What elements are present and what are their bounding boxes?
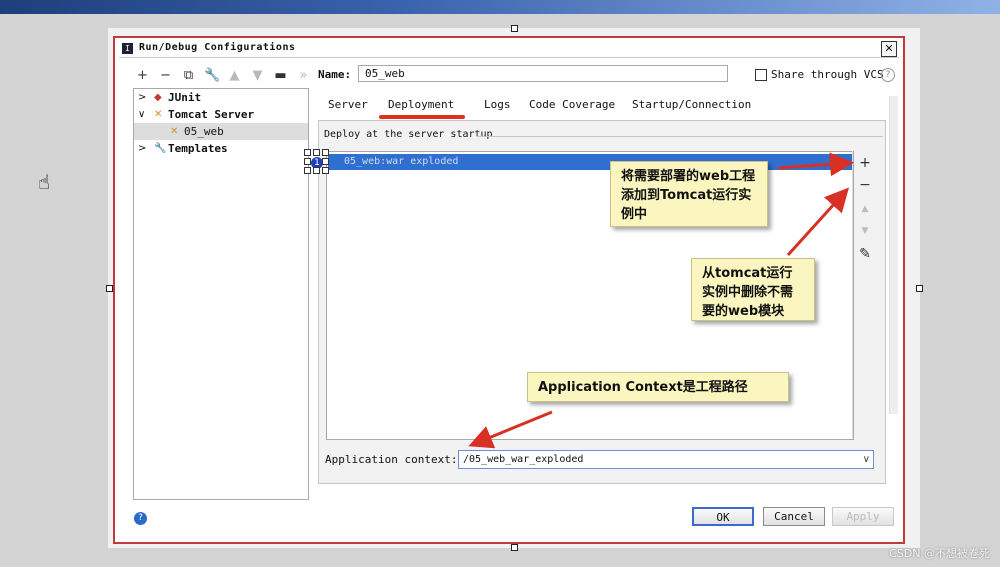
- help-icon[interactable]: ?: [881, 68, 895, 82]
- tab-logs[interactable]: Logs: [484, 96, 529, 113]
- deploy-actions: [852, 151, 877, 438]
- tree-item-junit[interactable]: > ◆ JUnit: [134, 89, 308, 106]
- chevron-right-icon[interactable]: >: [138, 140, 146, 157]
- more-icon[interactable]: »: [296, 68, 311, 83]
- artifact-label: 05_web:war exploded: [344, 156, 459, 167]
- move-down-icon[interactable]: ▼: [250, 68, 265, 83]
- help-icon[interactable]: ?: [134, 512, 147, 525]
- window-top-band: [0, 0, 1000, 14]
- selection-handle: [322, 149, 329, 156]
- app-context-value: /05_web_war_exploded: [463, 454, 584, 465]
- chevron-right-icon[interactable]: >: [138, 89, 146, 106]
- selection-handle: [304, 149, 311, 156]
- app-context-label: Application context:: [325, 453, 458, 466]
- hand-cursor-icon: ☝: [38, 170, 51, 194]
- tomcat-icon: ✕: [154, 109, 163, 120]
- annotation-add-artifact: 将需要部署的web工程添加到Tomcat运行实例中: [610, 161, 768, 227]
- scrollbar[interactable]: [889, 96, 898, 414]
- name-label: Name:: [318, 68, 352, 81]
- move-up-icon[interactable]: ▲: [856, 200, 874, 218]
- section-label: Deploy at the server startup: [324, 129, 493, 140]
- chevron-down-icon[interactable]: ∨: [138, 106, 145, 123]
- cancel-button[interactable]: Cancel: [763, 507, 825, 526]
- wrench-icon: 🔧: [154, 143, 167, 154]
- selection-handle: [304, 158, 311, 165]
- junit-icon: ◆: [154, 92, 162, 103]
- close-button[interactable]: ✕: [881, 41, 897, 57]
- tomcat-icon: ✕: [170, 126, 179, 137]
- tree-item-templates[interactable]: > 🔧 Templates: [134, 140, 308, 157]
- move-up-icon[interactable]: ▲: [227, 68, 242, 83]
- annotation-app-context: Application Context是工程路径: [527, 372, 789, 402]
- selection-handle: [322, 158, 329, 165]
- dialog-titlebar: I Run/Debug Configurations ✕: [119, 41, 899, 58]
- list-item[interactable]: 05_web:war exploded: [328, 154, 852, 170]
- remove-artifact-icon[interactable]: −: [856, 176, 874, 194]
- tree-item-label: Tomcat Server: [168, 108, 255, 121]
- remove-icon[interactable]: −: [158, 68, 173, 83]
- app-context-combobox[interactable]: /05_web_war_exploded ∨: [458, 450, 874, 469]
- config-toolbar: + − ⧉ 🔧 ▲ ▼ ▬ »: [135, 66, 311, 84]
- selection-handle: [322, 167, 329, 174]
- tree-item-label: 05_web: [184, 125, 224, 138]
- move-down-icon[interactable]: ▼: [856, 222, 874, 240]
- folder-icon[interactable]: ▬: [273, 68, 288, 83]
- tab-highlight-annotation: [379, 115, 465, 119]
- tab-deployment[interactable]: Deployment: [388, 96, 484, 113]
- wrench-icon[interactable]: 🔧: [204, 68, 220, 83]
- name-field[interactable]: [358, 65, 728, 82]
- config-tabs: Server Deployment Logs Code Coverage Sta…: [328, 96, 752, 113]
- ok-button[interactable]: OK: [692, 507, 754, 526]
- annotation-remove-artifact: 从tomcat运行实例中删除不需要的web模块: [691, 258, 815, 321]
- add-icon[interactable]: +: [135, 68, 150, 83]
- tree-item-label: Templates: [168, 142, 228, 155]
- share-vcs[interactable]: Share through VCS: [755, 68, 884, 81]
- share-vcs-label: Share through VCS: [771, 68, 884, 81]
- tab-code-coverage[interactable]: Code Coverage: [529, 96, 632, 113]
- selection-handle: [304, 167, 311, 174]
- dialog-title: Run/Debug Configurations: [139, 42, 296, 53]
- copy-icon[interactable]: ⧉: [181, 68, 196, 83]
- tab-startup-connection[interactable]: Startup/Connection: [632, 96, 752, 113]
- watermark: CSDN @不想被卷死: [889, 547, 990, 560]
- tree-item-tomcat-server[interactable]: ∨ ✕ Tomcat Server: [134, 106, 308, 123]
- config-tree: > ◆ JUnit ∨ ✕ Tomcat Server ✕ 05_web > 🔧…: [133, 88, 309, 500]
- add-artifact-icon[interactable]: +: [856, 154, 874, 172]
- app-icon: I: [122, 43, 133, 54]
- apply-button[interactable]: Apply: [832, 507, 894, 526]
- tree-item-label: JUnit: [168, 91, 202, 104]
- selection-handle: [313, 167, 320, 174]
- tab-server[interactable]: Server: [328, 96, 388, 113]
- resize-handle[interactable]: [511, 25, 518, 32]
- resize-handle[interactable]: [916, 285, 923, 292]
- resize-handle[interactable]: [511, 544, 518, 551]
- edit-pencil-icon[interactable]: ✎: [856, 245, 874, 263]
- share-vcs-checkbox[interactable]: [755, 68, 767, 81]
- selection-handle: [313, 149, 320, 156]
- divider: [477, 136, 883, 137]
- tree-item-05-web[interactable]: ✕ 05_web: [134, 123, 308, 140]
- chevron-down-icon[interactable]: ∨: [863, 451, 870, 468]
- resize-handle[interactable]: [106, 285, 113, 292]
